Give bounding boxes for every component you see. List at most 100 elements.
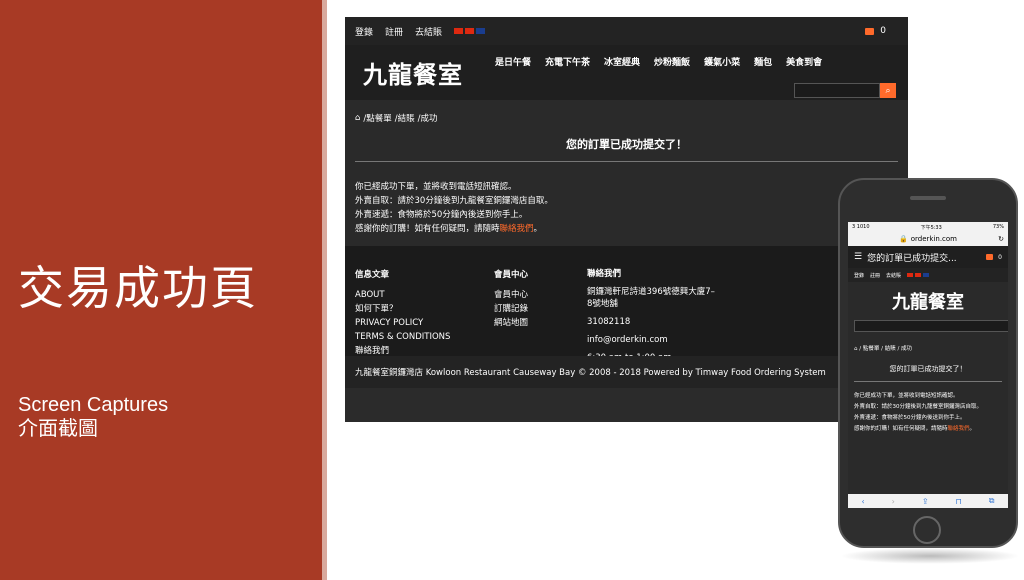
breadcrumb: ⌂ /點餐單 /結賬 /成功: [355, 112, 898, 124]
uk-flag-icon[interactable]: [923, 272, 930, 277]
footer-heading: 信息文章: [355, 270, 390, 280]
site-logo[interactable]: 九龍餐室: [363, 55, 463, 90]
slide: 交易成功頁 Screen Captures 介面截圖 登錄 註冊 去結賬 0 九…: [0, 0, 1024, 580]
browser-toolbar: ‹ › ⇪ ⊓ ⧉: [848, 494, 1008, 508]
footer-link[interactable]: 訂購記錄: [494, 302, 528, 316]
desktop-main: ⌂ /點餐單 /結賬 /成功 您的訂單已成功提交了！ 你已經成功下單，並將收到電…: [345, 100, 908, 246]
language-flags[interactable]: [907, 272, 931, 278]
checkout-link[interactable]: 去結賬: [886, 272, 901, 279]
language-flags[interactable]: [454, 26, 487, 36]
nav-item[interactable]: 是日午餐: [495, 55, 531, 68]
thanks-end: 。: [969, 426, 976, 432]
hk-flag-icon[interactable]: [454, 27, 464, 34]
status-time: 下午5:33: [920, 225, 942, 231]
nav-item[interactable]: 美食到會: [786, 55, 822, 68]
thanks-text: 感謝你的訂購！如有任何疑問，請隨時: [854, 426, 948, 432]
email-link[interactable]: info@orderkin.com: [587, 334, 715, 346]
url-text[interactable]: orderkin.com: [911, 235, 957, 243]
footer-link[interactable]: PRIVACY POLICY: [355, 316, 450, 330]
footer-heading: 會員中心: [494, 270, 529, 280]
battery-level: 73%: [992, 224, 1004, 230]
search-input[interactable]: [794, 83, 880, 98]
footer-col-member: 會員中心 會員中心 訂購記錄 網站地圖: [494, 268, 528, 330]
phone-screen: 3 1010 下午5:33 73% 🔒 orderkin.com ↻ ☰ 您的訂…: [848, 222, 1008, 508]
forward-icon[interactable]: ›: [892, 497, 895, 506]
contact-link[interactable]: 聯絡我們: [948, 426, 970, 432]
phone-number: 31082118: [587, 317, 631, 327]
nav-item[interactable]: 麵包: [754, 55, 772, 68]
subtitle-en: Screen Captures: [18, 394, 169, 416]
home-button[interactable]: [913, 516, 941, 544]
message-line: 外賣自取：請於30分鐘後到九龍餐室銅鑼灣店自取。: [854, 404, 983, 410]
cart-count: 0: [998, 253, 1002, 261]
phone-topbar: 登錄 註冊 去結賬: [848, 268, 1008, 282]
phone-speaker: [910, 196, 946, 200]
message-line: 你已經成功下單，並將收到電話短訊確認。: [355, 182, 517, 192]
cn-flag-icon[interactable]: [465, 27, 475, 34]
home-icon[interactable]: ⌂: [854, 346, 858, 352]
home-icon[interactable]: ⌂: [355, 113, 360, 123]
main-nav: 是日午餐 充電下午茶 冰室經典 炒粉麵飯 鑊氣小菜 麵包 美食到會: [495, 55, 836, 68]
tabs-icon[interactable]: ⧉: [989, 496, 995, 506]
message-line: 感謝你的訂購！如有任何疑問，請隨時聯絡我們。: [854, 424, 1002, 435]
lock-icon: 🔒: [899, 235, 908, 243]
cart-count: 0: [880, 26, 886, 36]
subtitle-zh: 介面截圖: [18, 418, 98, 440]
breadcrumb-text[interactable]: / 點餐單 / 結賬 / 成功: [859, 346, 912, 352]
search-bar: ⌕: [794, 83, 896, 98]
cart-icon[interactable]: [986, 254, 994, 260]
message-line: 外賣速遞：食物將於50分鐘內後送到你手上。: [355, 210, 528, 220]
search-input[interactable]: [854, 320, 1008, 332]
contact-link[interactable]: 聯絡我們: [500, 224, 534, 234]
address-bar[interactable]: 🔒 orderkin.com ↻: [848, 232, 1008, 246]
address-line: 8號地舖: [587, 299, 618, 309]
nav-item[interactable]: 鑊氣小菜: [704, 55, 740, 68]
footer-heading: 聯絡我們: [587, 269, 622, 279]
share-icon[interactable]: ⇪: [922, 497, 929, 506]
slide-title: 交易成功頁: [18, 261, 258, 315]
search-button[interactable]: ⌕: [880, 83, 896, 98]
page-title: 您的訂單已成功提交...: [867, 253, 957, 264]
divider: [355, 161, 898, 162]
footer-link[interactable]: 會員中心: [494, 288, 528, 302]
desktop-screenshot: 登錄 註冊 去結賬 0 九龍餐室 是日午餐 充電下午茶 冰室經典 炒粉麵飯 鑊氣…: [345, 17, 908, 422]
cart-icon[interactable]: [865, 27, 875, 35]
message-line: 你已經成功下單，並將收到電話短訊確認。: [854, 393, 959, 399]
site-logo[interactable]: 九龍餐室: [848, 288, 1008, 314]
breadcrumb-item: /成功: [417, 114, 438, 124]
success-message: 你已經成功下單，並將收到電話短訊確認。 外賣自取：請於30分鐘後到九龍餐室銅鑼灣…: [355, 180, 898, 236]
footer-link[interactable]: 如何下單？: [355, 302, 450, 316]
desktop-footer: 信息文章 ABOUT 如何下單？ PRIVACY POLICY TERMS & …: [345, 246, 908, 388]
title-panel: 交易成功頁 Screen Captures 介面截圖: [0, 0, 322, 580]
register-link[interactable]: 註冊: [385, 25, 403, 38]
footer-link[interactable]: 網站地圖: [494, 316, 528, 330]
footer-link[interactable]: TERMS & CONDITIONS: [355, 330, 450, 344]
message-line: 外賣自取：請於30分鐘後到九龍餐室銅鑼灣店自取。: [355, 196, 553, 206]
thanks-end: 。: [533, 224, 543, 234]
menu-icon[interactable]: ☰: [854, 252, 862, 262]
phone-status-bar: 3 1010 下午5:33 73%: [848, 222, 1008, 232]
breadcrumb-item[interactable]: /點餐單: [363, 112, 391, 124]
success-title: 您的訂單已成功提交了！: [889, 365, 967, 373]
message-line: 外賣速遞：食物將於50分鐘內後送到你手上。: [854, 415, 966, 421]
login-link[interactable]: 登錄: [355, 25, 373, 38]
breadcrumb-item[interactable]: /結賬: [395, 112, 415, 124]
nav-item[interactable]: 冰室經典: [604, 55, 640, 68]
slide-subtitle: Screen Captures 介面截圖: [18, 393, 168, 441]
bookmarks-icon[interactable]: ⊓: [956, 497, 962, 506]
checkout-link[interactable]: 去結賬: [415, 25, 442, 38]
back-icon[interactable]: ‹: [861, 497, 864, 506]
cart[interactable]: 0: [865, 26, 898, 36]
nav-item[interactable]: 充電下午茶: [545, 55, 590, 68]
register-link[interactable]: 註冊: [870, 272, 880, 279]
cn-flag-icon[interactable]: [915, 272, 922, 277]
nav-item[interactable]: 炒粉麵飯: [654, 55, 690, 68]
hk-flag-icon[interactable]: [907, 272, 914, 277]
footer-link[interactable]: ABOUT: [355, 288, 450, 302]
uk-flag-icon[interactable]: [476, 27, 486, 34]
login-link[interactable]: 登錄: [854, 272, 864, 279]
reload-icon[interactable]: ↻: [998, 235, 1004, 243]
copyright: 九龍餐室銅鑼灣店 Kowloon Restaurant Causeway Bay…: [345, 356, 908, 388]
search-icon: ⌕: [885, 85, 891, 96]
success-message: 你已經成功下單，並將收到電話短訊確認。 外賣自取：請於30分鐘後到九龍餐室銅鑼灣…: [854, 391, 1002, 435]
